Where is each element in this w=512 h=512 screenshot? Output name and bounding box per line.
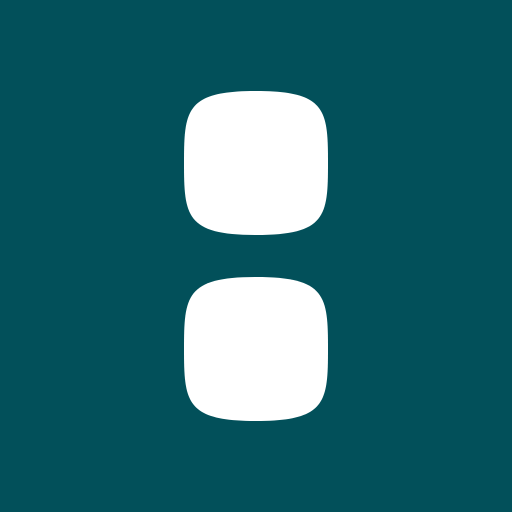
- app-icon: [0, 0, 512, 512]
- two-squircles-logo-icon: [0, 0, 512, 512]
- top-squircle: [184, 91, 328, 235]
- bottom-squircle: [184, 277, 328, 421]
- icon-background: [0, 0, 512, 512]
